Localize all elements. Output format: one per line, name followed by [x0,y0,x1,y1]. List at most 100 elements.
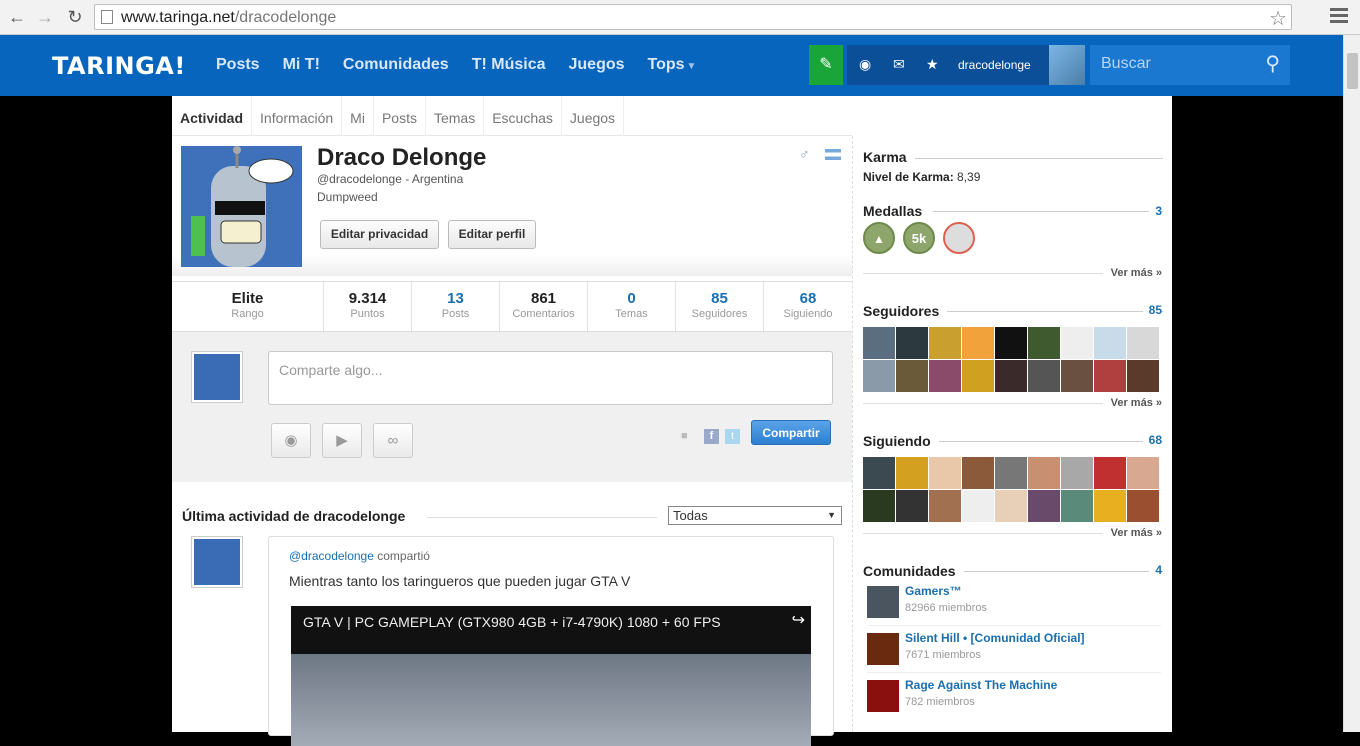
facebook-icon[interactable]: f [704,429,719,444]
lock-icon[interactable]: ■ [681,430,688,442]
feed-avatar[interactable] [191,536,243,588]
video-frame[interactable] [291,654,811,746]
community-name[interactable]: Gamers™ [905,584,962,598]
reload-icon[interactable]: ↻ [64,6,86,28]
following-avatar[interactable] [962,490,994,522]
activity-user-link[interactable]: @dracodelonge [289,549,374,563]
search-input[interactable]: Buscar ⚲ [1090,45,1290,85]
bookmark-star-icon[interactable]: ☆ [1269,6,1287,31]
edit-privacy-button[interactable]: Editar privacidad [320,220,439,249]
tab-posts[interactable]: Posts [374,96,426,136]
mail-icon[interactable]: ✉ [893,56,905,73]
twitter-icon[interactable]: t [725,429,740,444]
follower-avatar[interactable] [863,360,895,392]
share-button[interactable]: Compartir [751,420,831,445]
nav-posts[interactable]: Posts [216,56,260,74]
followers-count[interactable]: 85 [1142,303,1162,317]
stat-temas[interactable]: 0 Temas [588,282,676,331]
eye-icon[interactable]: ◉ [859,56,871,73]
following-avatar[interactable] [995,457,1027,489]
camera-icon[interactable]: ◉ [271,423,311,458]
page-scrollbar[interactable] [1343,35,1360,732]
following-avatar[interactable] [863,490,895,522]
follower-avatar[interactable] [1127,327,1159,359]
search-icon[interactable]: ⚲ [1265,51,1280,76]
follower-avatar[interactable] [929,360,961,392]
medals-see-more-link[interactable]: Ver más » [1111,267,1162,279]
community-avatar[interactable] [867,586,899,618]
tab-escuchas[interactable]: Escuchas [484,96,562,136]
following-avatar[interactable] [1061,490,1093,522]
address-bar[interactable]: www.taringa.net/dracodelonge ☆ [94,4,1292,30]
activity-filter-select[interactable]: Todas ▼ [668,506,842,525]
medal-5k[interactable]: 5k [903,222,935,254]
following-avatar[interactable] [1061,457,1093,489]
community-name[interactable]: Silent Hill • [Comunidad Oficial] [905,631,1085,645]
scrollbar-thumb[interactable] [1347,53,1358,89]
nav-mi-t[interactable]: Mi T! [283,56,320,74]
follower-avatar[interactable] [896,327,928,359]
follower-avatar[interactable] [962,327,994,359]
nav-tops-wrap[interactable]: Tops ▼ [648,56,697,74]
tab-temas[interactable]: Temas [426,96,485,136]
embedded-video[interactable]: GTA V | PC GAMEPLAY (GTX980 4GB + i7-479… [291,606,811,746]
community-name[interactable]: Rage Against The Machine [905,678,1057,692]
stat-posts[interactable]: 13 Posts [412,282,500,331]
video-title[interactable]: GTA V | PC GAMEPLAY (GTX980 4GB + i7-479… [303,614,721,630]
following-avatar[interactable] [863,457,895,489]
following-avatar[interactable] [896,490,928,522]
tab-juegos[interactable]: Juegos [562,96,625,136]
following-avatar[interactable] [1094,490,1126,522]
video-play-icon[interactable]: ▶ [322,423,362,458]
follower-avatar[interactable] [1061,327,1093,359]
community-item[interactable]: Rage Against The Machine 782 miembros [867,676,1167,716]
share-textarea[interactable]: Comparte algo... [268,351,833,405]
star-icon[interactable]: ★ [926,56,939,73]
new-post-pencil-icon[interactable]: ✎ [809,45,843,85]
header-username[interactable]: dracodelonge [958,58,1031,72]
forward-arrow-icon[interactable]: → [34,6,56,28]
following-avatar[interactable] [1028,457,1060,489]
community-avatar[interactable] [867,633,899,665]
following-avatar[interactable] [929,490,961,522]
follower-avatar[interactable] [929,327,961,359]
following-avatar[interactable] [1028,490,1060,522]
nav-comunidades[interactable]: Comunidades [343,56,449,74]
follower-avatar[interactable] [1028,327,1060,359]
profile-avatar[interactable] [181,146,302,267]
stat-seguidores[interactable]: 85 Seguidores [676,282,764,331]
followers-see-more-link[interactable]: Ver más » [1111,397,1162,409]
follower-avatar[interactable] [863,327,895,359]
following-avatar[interactable] [1127,457,1159,489]
follower-avatar[interactable] [1094,360,1126,392]
follower-avatar[interactable] [1094,327,1126,359]
following-avatar[interactable] [1094,457,1126,489]
community-item[interactable]: Gamers™ 82966 miembros [867,582,1167,622]
follower-avatar[interactable] [1061,360,1093,392]
following-avatar[interactable] [962,457,994,489]
follower-avatar[interactable] [896,360,928,392]
following-avatar[interactable] [896,457,928,489]
community-item[interactable]: Silent Hill • [Comunidad Oficial] 7671 m… [867,629,1167,669]
edit-profile-button[interactable]: Editar perfil [448,220,536,249]
trophy-medal-icon[interactable]: ▲ [863,222,895,254]
tab-informacion[interactable]: Información [252,96,343,136]
nav-juegos[interactable]: Juegos [569,56,625,74]
browser-menu-icon[interactable] [1330,8,1348,24]
community-avatar[interactable] [867,680,899,712]
follower-avatar[interactable] [995,360,1027,392]
following-avatar[interactable] [1127,490,1159,522]
medals-count[interactable]: 3 [1149,204,1162,218]
nav-t-musica[interactable]: T! Música [472,56,546,74]
following-avatar[interactable] [995,490,1027,522]
communities-count[interactable]: 4 [1149,563,1162,577]
stat-siguiendo[interactable]: 68 Siguiendo [764,282,852,331]
following-see-more-link[interactable]: Ver más » [1111,527,1162,539]
header-avatar[interactable] [1049,45,1085,85]
follower-avatar[interactable] [995,327,1027,359]
follower-avatar[interactable] [1028,360,1060,392]
following-count[interactable]: 68 [1142,433,1162,447]
following-avatar[interactable] [929,457,961,489]
share-icon[interactable]: ↪ [792,610,805,630]
back-arrow-icon[interactable]: ← [6,6,28,28]
